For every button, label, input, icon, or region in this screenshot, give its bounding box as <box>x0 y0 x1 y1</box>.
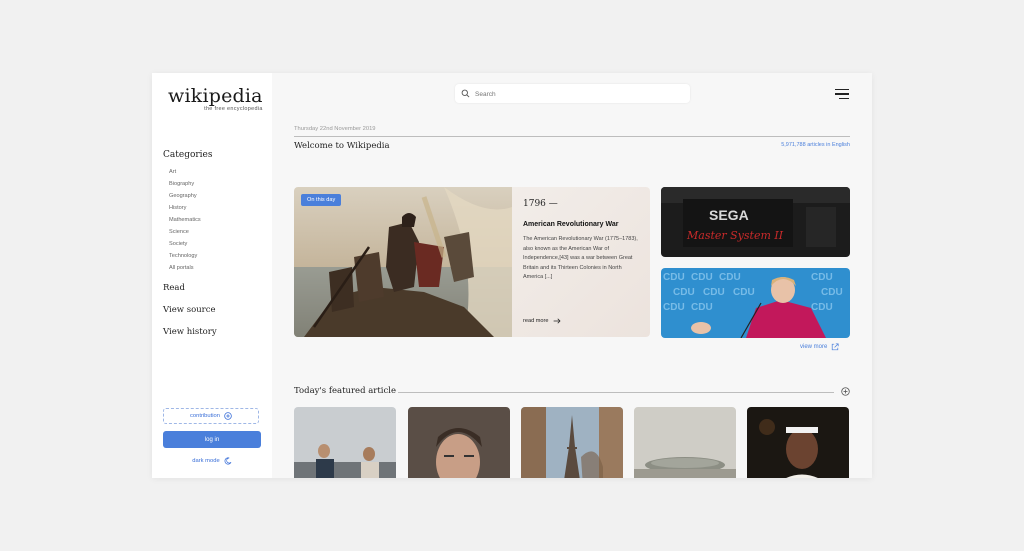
sega-console-picture: SEGA Master System II <box>661 187 850 257</box>
on-this-day-text-panel: 1796 — American Revolutionary War The Am… <box>512 187 650 337</box>
sega-logo-text: SEGA <box>709 207 749 223</box>
read-more-label: read more <box>523 318 549 324</box>
plus-circle-icon <box>224 412 232 420</box>
category-biography[interactable]: Biography <box>169 178 201 190</box>
category-technology[interactable]: Technology <box>169 250 201 262</box>
cdu-text: CDU <box>663 302 685 313</box>
cdu-text: CDU <box>691 302 713 313</box>
event-title[interactable]: American Revolutionary War <box>523 221 618 228</box>
featured-article-heading: Today's featured article <box>294 386 396 396</box>
cdu-text: CDU <box>663 272 685 283</box>
eiffel-tower-picture <box>521 407 623 478</box>
category-science[interactable]: Science <box>169 226 201 238</box>
logo-title: wikipedia <box>168 85 263 107</box>
view-more-label: view more <box>800 344 828 350</box>
category-mathematics[interactable]: Mathematics <box>169 214 201 226</box>
featured-card-portrait[interactable] <box>408 407 510 478</box>
contribution-label: contribution <box>190 413 220 419</box>
cdu-text: CDU <box>811 302 833 313</box>
featured-divider <box>398 392 834 393</box>
category-all-portals[interactable]: All portals <box>169 262 201 274</box>
contribution-button[interactable]: contribution <box>163 408 259 424</box>
category-geography[interactable]: Geography <box>169 190 201 202</box>
cdu-text: CDU <box>673 287 695 298</box>
read-more-link[interactable]: read more <box>523 318 561 324</box>
featured-card-two-men[interactable] <box>294 407 396 478</box>
washington-crossing-painting <box>294 187 512 337</box>
cdu-text: CDU <box>719 272 741 283</box>
arrow-right-icon <box>553 318 561 324</box>
sidebar: wikipedia the free encyclopedia Categori… <box>152 73 272 478</box>
hamburger-menu-icon[interactable] <box>835 89 849 102</box>
featured-card-paris[interactable] <box>521 407 623 478</box>
categories-list: Art Biography Geography History Mathemat… <box>169 166 201 274</box>
sega-master-system-image[interactable]: SEGA Master System II <box>661 187 850 257</box>
cdu-text: CDU <box>811 272 833 283</box>
featured-card-basketball-player[interactable] <box>747 407 849 478</box>
category-history[interactable]: History <box>169 202 201 214</box>
current-date: Thursday 22nd November 2019 <box>294 126 376 132</box>
on-this-day-badge: On this day <box>301 194 342 206</box>
search-input[interactable] <box>473 87 677 102</box>
page-title: Welcome to Wikipedia <box>294 141 390 151</box>
category-society[interactable]: Society <box>169 238 201 250</box>
cdu-text: CDU <box>821 287 843 298</box>
categories-heading: Categories <box>163 150 213 160</box>
nav-view-history[interactable]: View history <box>163 327 217 337</box>
wikipedia-logo[interactable]: wikipedia the free encyclopedia <box>168 85 263 112</box>
search-bar[interactable] <box>455 84 690 103</box>
external-link-icon <box>832 343 839 351</box>
category-art[interactable]: Art <box>169 166 201 178</box>
cdu-text: CDU <box>703 287 725 298</box>
foggy-landscape-picture <box>634 407 736 478</box>
nav-view-source[interactable]: View source <box>163 305 216 315</box>
login-button[interactable]: log in <box>163 431 261 448</box>
master-system-text: Master System II <box>686 229 784 242</box>
app-frame: wikipedia the free encyclopedia Categori… <box>152 73 872 478</box>
cdu-speech-picture: CDU CDU CDU CDU CDU CDU CDU CDU CDU CDU … <box>661 268 850 338</box>
view-more-link[interactable]: view more <box>800 343 839 351</box>
event-description: The American Revolutionary War (1775–178… <box>523 236 638 280</box>
dark-mode-label: dark mode <box>192 458 220 464</box>
article-count-link[interactable]: 5,971,788 articles in English <box>781 142 850 148</box>
featured-card-foggy-landscape[interactable] <box>634 407 736 478</box>
cdu-text: CDU <box>733 287 755 298</box>
two-men-picture <box>294 407 396 478</box>
man-portrait-picture <box>408 407 510 478</box>
plus-circle-icon[interactable] <box>841 387 850 396</box>
politician-speech-image[interactable]: CDU CDU CDU CDU CDU CDU CDU CDU CDU CDU … <box>661 268 850 338</box>
nav-read[interactable]: Read <box>163 283 185 293</box>
on-this-day-card[interactable]: On this day 1796 — American Revolutionar… <box>294 187 650 337</box>
dark-mode-toggle[interactable]: dark mode <box>152 457 272 465</box>
event-year: 1796 — <box>523 199 558 209</box>
moon-icon <box>224 457 232 465</box>
basketball-player-picture <box>747 407 849 478</box>
search-icon <box>461 89 470 98</box>
header-divider <box>294 136 850 137</box>
cdu-text: CDU <box>691 272 713 283</box>
